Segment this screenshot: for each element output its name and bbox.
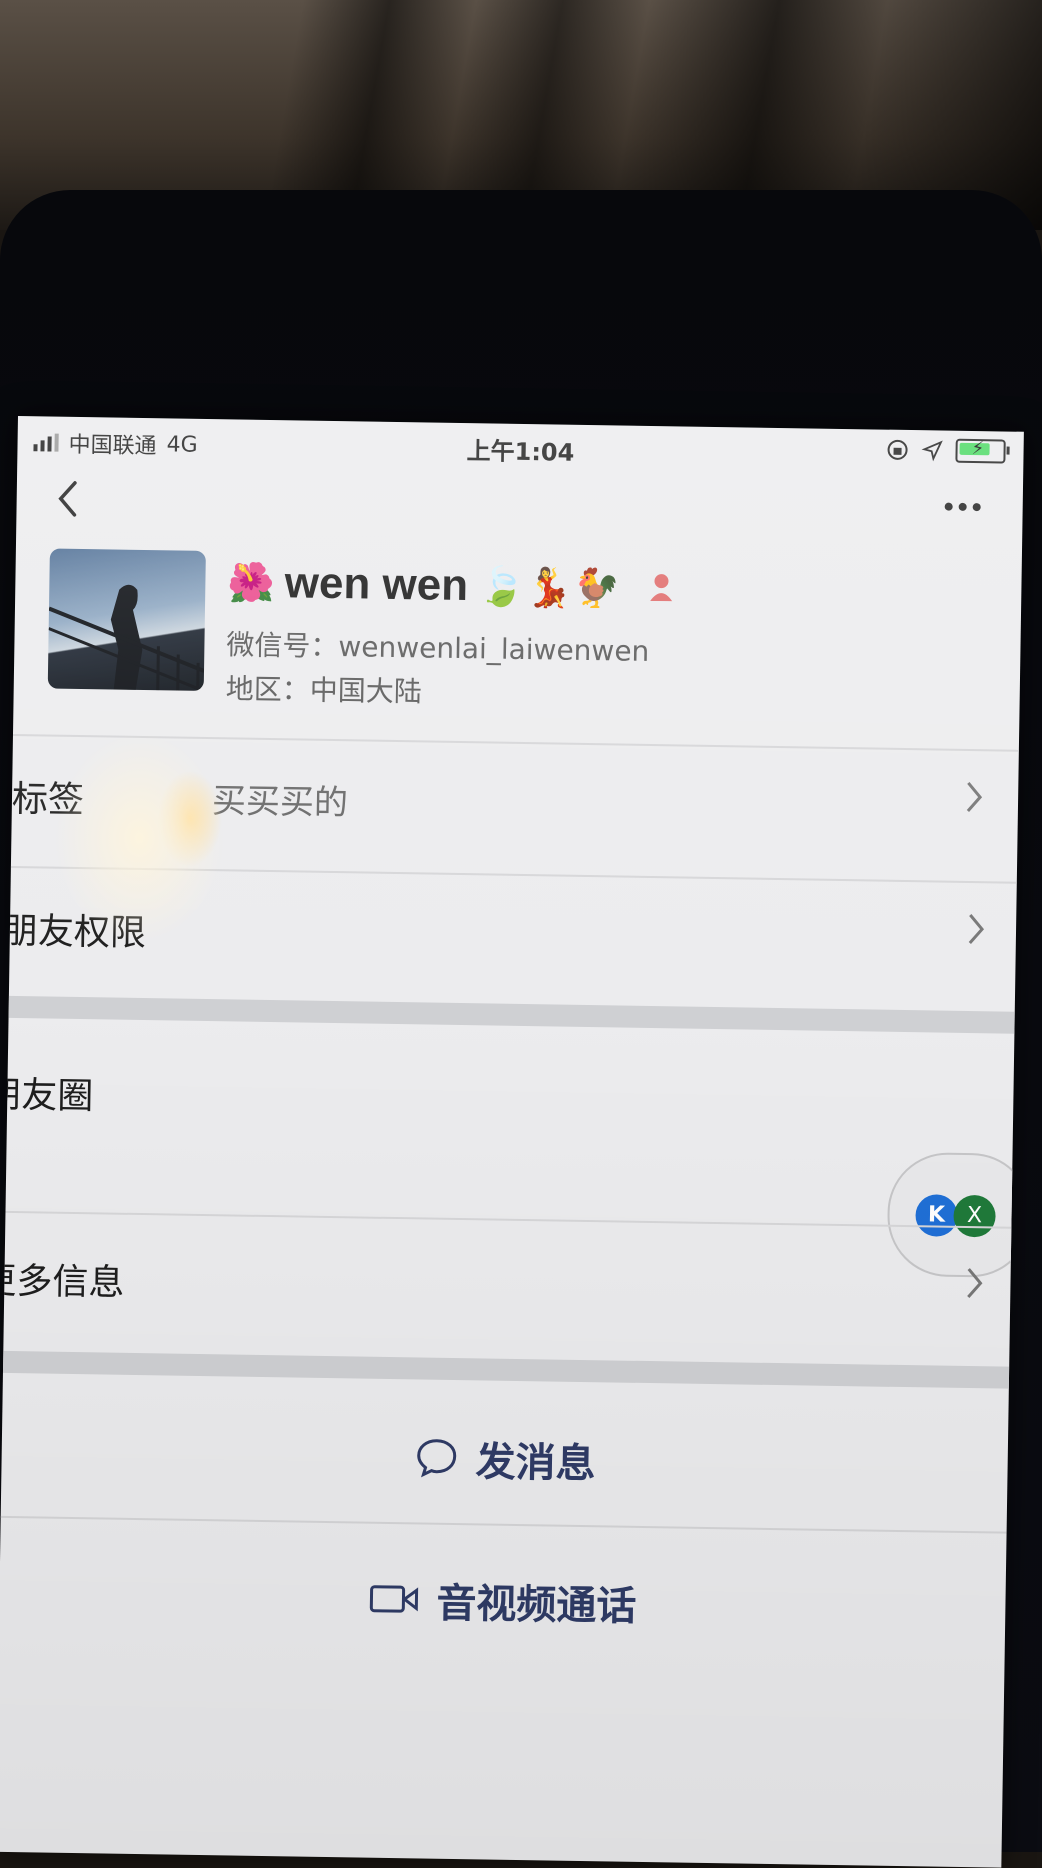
name-emoji-prefix: 🌺: [227, 560, 276, 606]
section-gap: [8, 995, 1015, 1034]
phone-screen: 中国联通 4G 上午1:04 ⚡ 🌺 wen wen 🍃💃🐓 微信号：wenwe…: [0, 416, 1024, 1868]
send-message-label: 发消息: [475, 1439, 596, 1488]
more-dots-icon[interactable]: [940, 483, 985, 534]
avatar[interactable]: [47, 548, 206, 691]
profile-header: 🌺 wen wen 🍃💃🐓 微信号：wenwenlai_laiwenwen 地区…: [13, 544, 1022, 730]
chevron-right-icon: [964, 1265, 985, 1311]
friend-permissions-row[interactable]: 朋友权限: [2, 868, 1017, 994]
tags-row[interactable]: 标签 买买买的: [11, 736, 1019, 862]
badge-a: K: [915, 1194, 958, 1237]
rotation-lock-icon: [887, 439, 908, 460]
wechat-id: 微信号：wenwenlai_laiwenwen: [226, 628, 650, 668]
video-call-button[interactable]: 音视频通话: [0, 1518, 1007, 1674]
chat-bubble-icon: [417, 1439, 457, 1478]
location-arrow-icon: [921, 440, 943, 462]
badge-b: X: [953, 1194, 996, 1238]
chevron-left-icon[interactable]: [52, 477, 83, 532]
video-call-inner: 音视频通话: [0, 1564, 1006, 1638]
status-right: ⚡: [885, 438, 1006, 464]
name-row: 🌺 wen wen 🍃💃🐓: [227, 557, 676, 614]
moments-label: 朋友圈: [0, 1074, 94, 1118]
tags-value: 买买买的: [211, 781, 349, 824]
tags-label: 标签: [11, 778, 85, 822]
female-icon: [646, 570, 677, 607]
moments-row[interactable]: 朋友圈: [0, 1056, 1014, 1222]
more-info-row[interactable]: 更多信息: [0, 1226, 1012, 1352]
more-info-label: 更多信息: [0, 1260, 125, 1304]
avatar-silhouette-icon: [48, 584, 205, 691]
video-camera-icon: [369, 1585, 419, 1613]
friend-permissions-label: 朋友权限: [1, 910, 147, 955]
region: 地区：中国大陆: [225, 672, 422, 709]
send-message-inner: 发消息: [1, 1422, 1008, 1496]
chevron-right-icon: [964, 779, 985, 825]
video-call-label: 音视频通话: [436, 1580, 637, 1630]
profile-name: wen wen: [284, 558, 469, 611]
send-message-button[interactable]: 发消息: [1, 1376, 1009, 1532]
battery-icon: ⚡: [955, 438, 1006, 464]
chevron-right-icon: [966, 911, 987, 957]
name-emoji-suffix: 🍃💃🐓: [477, 564, 621, 611]
